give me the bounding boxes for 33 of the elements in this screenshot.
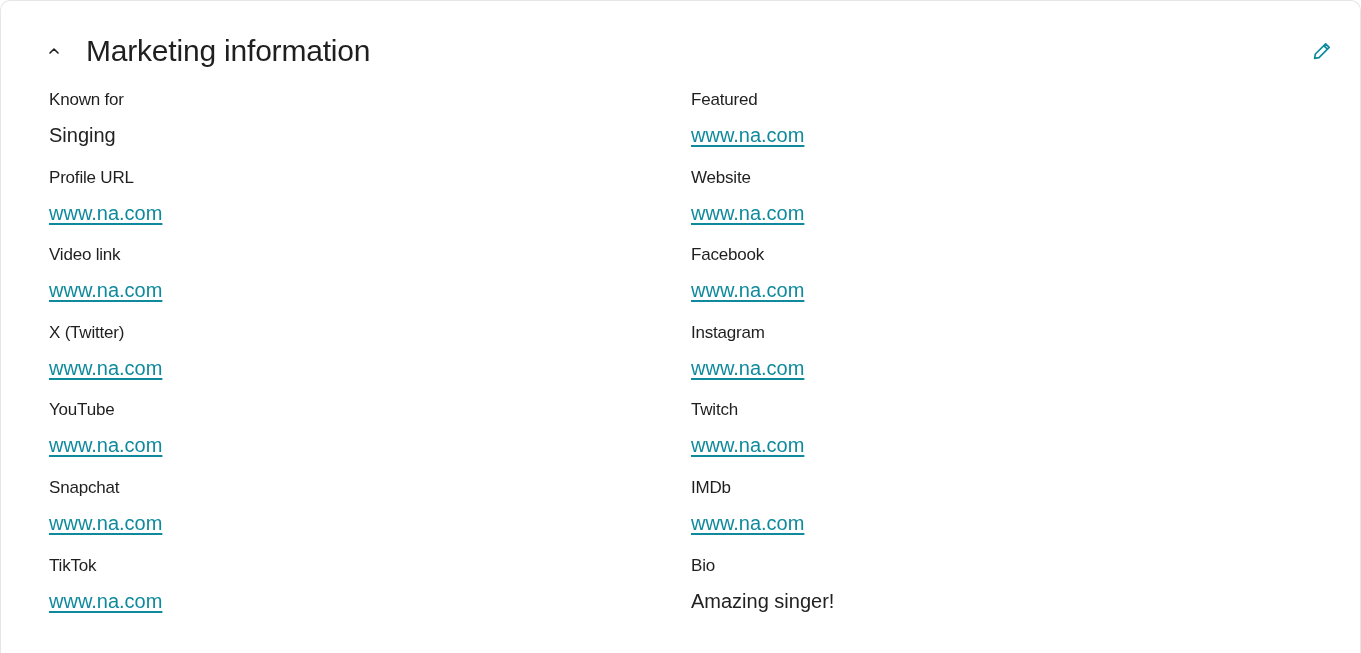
url-link[interactable]: www.na.com [49, 352, 163, 383]
field-value: Amazing singer! [691, 588, 835, 614]
url-link[interactable]: www.na.com [49, 507, 163, 538]
pencil-icon [1313, 42, 1331, 60]
field-label: Known for [49, 89, 124, 111]
url-link[interactable]: www.na.com [691, 275, 805, 306]
field-label: Profile URL [49, 166, 134, 189]
url-link[interactable]: www.na.com [49, 197, 163, 228]
field-value: Singing [49, 123, 116, 148]
field-label: Facebook [691, 244, 765, 267]
field-label: Instagram [691, 321, 765, 344]
chevron-icon [49, 48, 59, 54]
field-label: Featured [691, 89, 758, 111]
url-link[interactable]: www.na.com [691, 430, 805, 461]
url-link[interactable]: www.na.com [49, 585, 163, 616]
field-label: Bio [691, 554, 715, 577]
url-link[interactable]: www.na.com [691, 197, 805, 228]
url-link[interactable]: www.na.com [49, 275, 163, 306]
field-label: Snapchat [49, 476, 120, 499]
url-link[interactable]: www.na.com [691, 507, 805, 538]
field-label: Video link [49, 244, 121, 267]
section-title: Marketing information [86, 33, 372, 69]
url-link[interactable]: www.na.com [691, 352, 805, 383]
edit-button[interactable] [1312, 41, 1332, 61]
field-label: IMDb [691, 476, 731, 499]
field-label: X (Twitter) [49, 321, 125, 344]
field-label: TikTok [49, 554, 97, 577]
field-label: YouTube [49, 399, 115, 422]
field-label: Twitch [691, 399, 738, 422]
url-link[interactable]: www.na.com [49, 430, 163, 461]
field-label: Website [691, 166, 751, 189]
collapse-toggle[interactable] [48, 45, 60, 57]
url-link[interactable]: www.na.com [691, 120, 805, 150]
